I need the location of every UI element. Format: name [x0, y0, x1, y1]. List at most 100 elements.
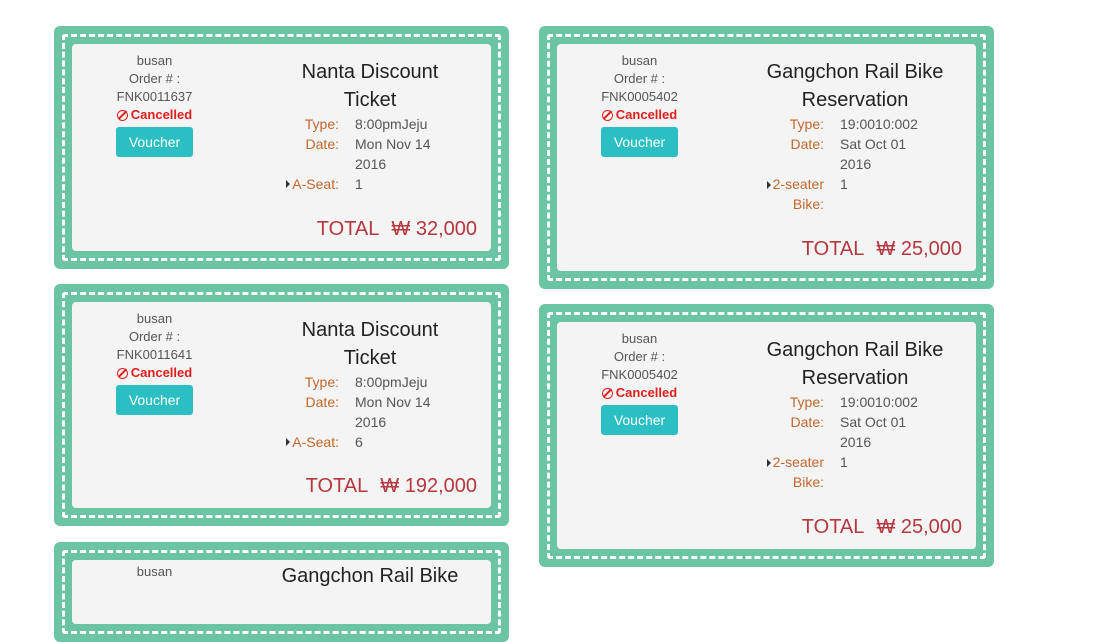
seat-label-line: Bike:	[792, 474, 824, 490]
status-badge: Cancelled	[72, 364, 237, 382]
date-line: Sat Oct 01	[840, 414, 907, 430]
seat-label: 2-seater Bike:	[762, 174, 840, 214]
order-info: busan Order # : FNK0005402 Cancelled Vou…	[557, 52, 722, 157]
total-label: TOTAL	[316, 218, 380, 240]
order-number: FNK0005402	[601, 367, 678, 382]
ticket-body: busan Order # : FNK0005402 Cancelled Vou…	[557, 322, 976, 549]
seat-value: 6	[355, 434, 363, 450]
date-row: Date: Mon Nov 14 2016	[277, 134, 463, 174]
order-info: busan Order # : FNK0011637 Cancelled Vou…	[72, 52, 237, 157]
status-text: Cancelled	[130, 365, 193, 380]
product-image: busan	[621, 53, 658, 68]
status-badge: Cancelled	[72, 106, 237, 124]
product-image: busan	[136, 53, 173, 68]
order-total: TOTAL ₩ 25,000	[802, 238, 962, 261]
ticket-details: Gangchon Rail Bike Reservation Type: 19:00…	[762, 58, 948, 214]
product-title: Gangchon Rail Bike	[277, 562, 463, 590]
type-label: Type:	[304, 374, 339, 390]
product-image: busan	[621, 331, 658, 346]
seat-label: A-Seat:	[277, 432, 355, 452]
total-label: TOTAL	[801, 238, 865, 260]
ticket-dashed-border: busan Order # : FNK0005402 Cancelled Vou…	[547, 34, 986, 281]
title-line: Ticket	[343, 347, 397, 369]
type-value: 8:00pmJeju	[355, 116, 428, 132]
ban-icon	[601, 387, 613, 399]
total-amount: ₩ 32,000	[391, 218, 477, 240]
ticket-body: busan Order # : FNK0005402 Cancelled Vou…	[557, 44, 976, 271]
total-label: TOTAL	[305, 475, 369, 497]
status-badge: Cancelled	[557, 106, 722, 124]
order-card: busan Order # : FNK0011637 Cancelled Vou…	[54, 26, 509, 269]
ticket-dashed-border: busan Order # : FNK0005402 Cancelled Vou…	[547, 312, 986, 559]
date-line: 2016	[355, 414, 387, 430]
order-number-label: Order # :	[613, 71, 666, 86]
order-number: FNK0011641	[116, 347, 193, 362]
date-row: Date: Mon Nov 14 2016	[277, 392, 463, 432]
date-label: Date:	[790, 136, 824, 152]
total-amount: ₩ 25,000	[876, 516, 962, 538]
seat-row: 2-seater Bike: 1	[762, 174, 948, 214]
type-row: Type: 19:0010:002	[762, 114, 948, 134]
date-line: Mon Nov 14	[355, 394, 431, 410]
title-line: Nanta Discount	[301, 61, 439, 83]
ticket-dashed-border: busan Order # : FNK0011637 Cancelled Vou…	[62, 34, 501, 261]
seat-label: A-Seat:	[277, 174, 355, 194]
date-row: Date: Sat Oct 01 2016	[762, 412, 948, 452]
ticket-details: Nanta Discount Ticket Type: 8:00pmJeju Dat…	[277, 316, 463, 452]
date-row: Date: Sat Oct 01 2016	[762, 134, 948, 174]
product-title: Nanta Discount Ticket	[277, 58, 463, 114]
type-value: 19:0010:002	[840, 394, 918, 410]
title-line: Ticket	[343, 89, 397, 111]
order-number-label: Order # :	[128, 71, 181, 86]
title-line: Nanta Discount	[301, 319, 439, 341]
order-card: busan Order # : FNK0011641 Cancelled Vou…	[54, 284, 509, 526]
order-number: FNK0011637	[116, 89, 193, 104]
status-text: Cancelled	[615, 385, 678, 400]
date-line: 2016	[840, 156, 872, 172]
voucher-button[interactable]: Voucher	[601, 405, 678, 435]
voucher-button[interactable]: Voucher	[116, 127, 193, 157]
seat-label-line: 2-seater	[772, 176, 824, 192]
seat-label: 2-seater Bike:	[762, 452, 840, 492]
seat-value: 1	[355, 176, 363, 192]
order-number-label: Order # :	[613, 349, 666, 364]
voucher-button[interactable]: Voucher	[116, 385, 193, 415]
status-badge: Cancelled	[557, 384, 722, 402]
date-value: Mon Nov 14 2016	[355, 392, 463, 432]
seat-row: A-Seat: 6	[277, 432, 463, 452]
title-line: Gangchon Rail Bike	[281, 565, 459, 587]
ticket-body: busan Order # : FNK0011637 Cancelled Vou…	[72, 44, 491, 251]
date-value: Mon Nov 14 2016	[355, 134, 463, 174]
caret-right-icon	[286, 180, 291, 188]
caret-right-icon	[286, 438, 291, 446]
status-text: Cancelled	[130, 107, 193, 122]
voucher-button[interactable]: Voucher	[601, 127, 678, 157]
type-label: Type:	[304, 116, 339, 132]
date-line: 2016	[840, 434, 872, 450]
ticket-details: Nanta Discount Ticket Type: 8:00pmJeju Dat…	[277, 58, 463, 194]
seat-value: 1	[840, 176, 848, 192]
order-number-label: Order # :	[128, 329, 181, 344]
order-number: FNK0005402	[601, 89, 678, 104]
type-row: Type: 19:0010:002	[762, 392, 948, 412]
order-info: busan Order # : FNK0005402 Cancelled Vou…	[557, 330, 722, 435]
title-line: Reservation	[801, 367, 909, 389]
ticket-details: Gangchon Rail Bike Reservation Type: 19:00…	[762, 336, 948, 492]
caret-right-icon	[766, 459, 771, 467]
date-line: 2016	[355, 156, 387, 172]
date-label: Date:	[305, 394, 339, 410]
seat-label-line: Bike:	[792, 196, 824, 212]
seat-label-text: 2-seater	[766, 452, 824, 472]
order-total: TOTAL ₩ 25,000	[802, 516, 962, 539]
status-text: Cancelled	[615, 107, 678, 122]
seat-label-text: A-Seat:	[292, 176, 339, 192]
total-label: TOTAL	[801, 516, 865, 538]
type-value: 8:00pmJeju	[355, 374, 428, 390]
ticket-dashed-border: busan Order # : FNK0011641 Cancelled Vou…	[62, 292, 501, 518]
date-line: Mon Nov 14	[355, 136, 431, 152]
order-total: TOTAL ₩ 32,000	[317, 218, 477, 241]
seat-value: 1	[840, 454, 848, 470]
type-label: Type:	[789, 394, 824, 410]
order-info: busan Order # : FNK0011641 Cancelled Vou…	[72, 310, 237, 415]
ban-icon	[601, 109, 613, 121]
